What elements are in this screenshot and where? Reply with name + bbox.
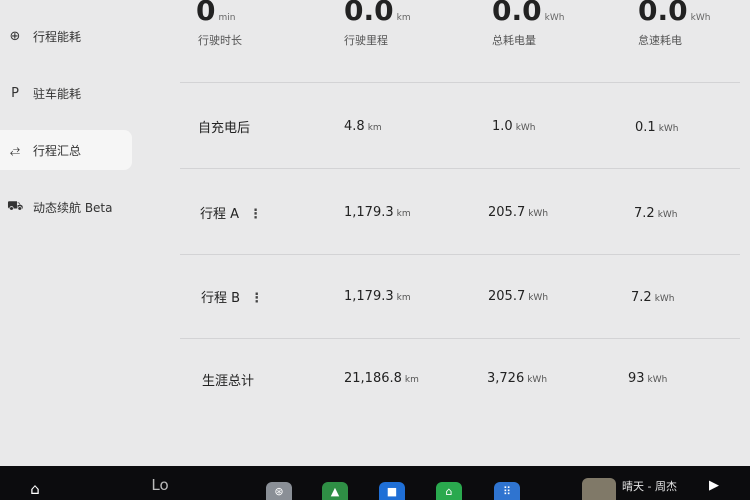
divider: [180, 338, 740, 339]
row-distance: 1,179.3 km: [344, 289, 411, 304]
divider: [180, 82, 740, 83]
album-art[interactable]: [582, 478, 616, 500]
parking-icon: P: [11, 85, 19, 101]
video-camera-icon[interactable]: ■: [379, 482, 405, 500]
row-distance: 1,179.3 km: [344, 205, 411, 220]
sidebar-item-trip-summary[interactable]: ⥄ 行程汇总: [0, 130, 132, 170]
app-grid-icon[interactable]: ⠿: [494, 482, 520, 500]
sidebar-item-dynamic-range[interactable]: ⛟ 动态续航 Beta: [0, 187, 132, 227]
navigation-icon[interactable]: ▲: [322, 482, 348, 500]
row-energy: 205.7 kWh: [488, 205, 549, 220]
more-options-icon[interactable]: ⋮: [250, 291, 263, 306]
drive-duration-value: 0 min: [196, 0, 236, 27]
seat-icon[interactable]: ⌂: [436, 482, 462, 500]
drive-distance-value: 0.0 km: [344, 0, 411, 27]
row-label-trip-b: 行程 B ⋮: [201, 291, 264, 306]
drive-distance-caption: 行驶里程: [344, 34, 388, 47]
play-icon[interactable]: ▶: [709, 478, 719, 493]
sidebar-item-label: 行程汇总: [33, 143, 82, 158]
sidebar-item-label: 行程能耗: [33, 29, 82, 44]
row-label-since-charge: 自充电后: [198, 121, 251, 136]
total-energy-caption: 总耗电量: [492, 34, 536, 47]
row-energy: 205.7 kWh: [488, 289, 549, 304]
brand-logo: Lo: [151, 476, 169, 494]
car-icon: ⛟: [7, 198, 24, 214]
row-energy: 1.0 kWh: [492, 119, 536, 134]
trip-energy-icon: ⊕: [9, 28, 21, 44]
trip-summary-icon: ⥄: [9, 142, 21, 158]
now-playing-text[interactable]: 晴天 - 周杰: [622, 478, 677, 494]
sidebar-item-label: 动态续航 Beta: [33, 200, 113, 215]
row-idle: 93 kWh: [628, 371, 668, 386]
idle-energy-value: 0.0 kWh: [638, 0, 711, 27]
total-energy-value: 0.0 kWh: [492, 0, 565, 27]
sidebar-item-trip-energy[interactable]: ⊕ 行程能耗: [0, 16, 132, 56]
row-energy: 3,726 kWh: [487, 371, 548, 386]
steering-wheel-icon[interactable]: ⊛: [266, 482, 292, 500]
more-options-icon[interactable]: ⋮: [249, 207, 262, 222]
divider: [180, 168, 740, 169]
sidebar-item-label: 驻车能耗: [33, 86, 82, 101]
row-distance: 4.8 km: [344, 119, 382, 134]
home-icon[interactable]: ⌂: [22, 478, 48, 500]
drive-duration-caption: 行驶时长: [198, 34, 242, 47]
divider: [180, 254, 740, 255]
sidebar-item-parking-energy[interactable]: P 驻车能耗: [0, 73, 132, 113]
row-idle: 0.1 kWh: [635, 120, 679, 135]
row-distance: 21,186.8 km: [344, 371, 419, 386]
sidebar: ⊕ 行程能耗 P 驻车能耗 ⥄ 行程汇总 ⛟ 动态续航 Beta: [0, 0, 170, 466]
row-idle: 7.2 kWh: [631, 290, 675, 305]
row-label-lifetime-total: 生涯总计: [202, 374, 255, 389]
row-idle: 7.2 kWh: [634, 206, 678, 221]
row-label-trip-a: 行程 A ⋮: [200, 207, 263, 222]
trip-summary-panel: 0 min 行驶时长 0.0 km 行驶里程 0.0 kWh 总耗电量 0.0 kWh …: [170, 0, 750, 466]
idle-energy-caption: 怠速耗电: [638, 34, 682, 47]
